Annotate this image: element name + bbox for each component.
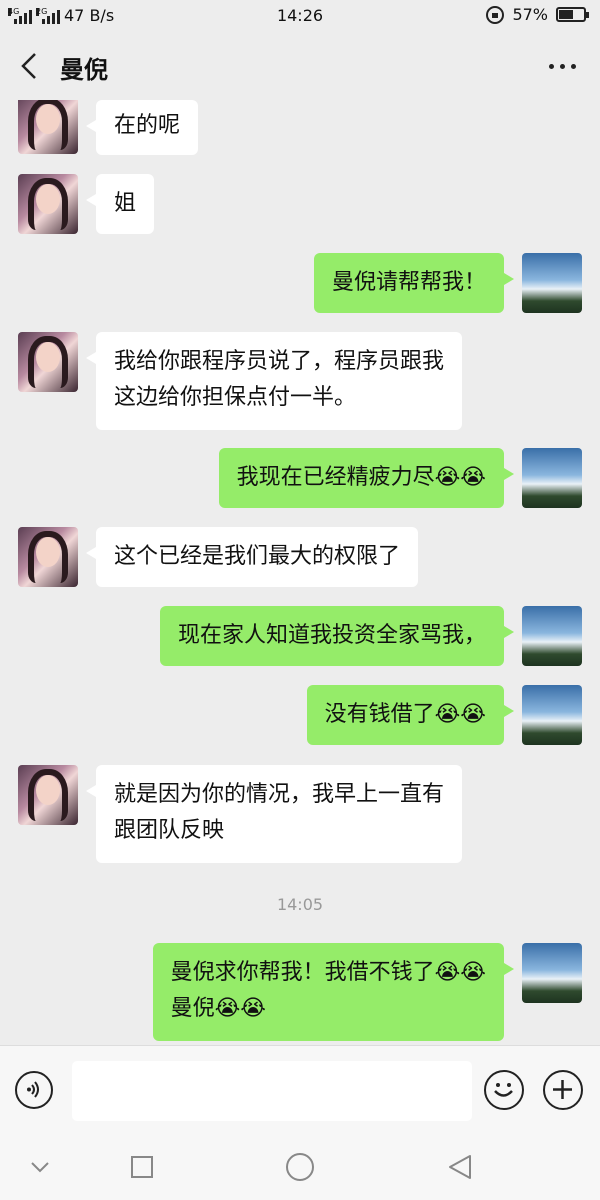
message-bubble-received[interactable]: 在的呢 xyxy=(85,100,199,155)
message-text: 现在家人知道我投资全家骂我， xyxy=(177,623,486,648)
nav-back-icon[interactable] xyxy=(446,1153,474,1181)
more-options-icon[interactable] xyxy=(549,64,576,69)
message-list[interactable]: 在的呢 姐 曼倪请帮帮我！ 我给你跟程序员说了，程序员跟我 这边给你担保点付一半… xyxy=(0,100,600,1045)
my-avatar[interactable] xyxy=(522,606,582,666)
rotation-lock-icon xyxy=(486,5,505,24)
message-text: 我现在已经精疲力尽😭😭 xyxy=(236,465,486,490)
message-text: 没有钱借了😭😭 xyxy=(324,702,486,727)
message-text: 这个已经是我们最大的权限了 xyxy=(114,544,401,569)
my-avatar[interactable] xyxy=(522,943,582,1003)
message-bubble-received[interactable]: 姐 xyxy=(85,174,155,234)
back-arrow-icon[interactable] xyxy=(18,52,42,80)
status-bar: 4G 2G 47 B/s 14:26 57% xyxy=(0,0,600,32)
message-text-line: 我给你跟程序员说了，程序员跟我 xyxy=(114,349,445,374)
battery-percent: 57% xyxy=(512,5,548,24)
battery-icon xyxy=(556,7,589,22)
contact-avatar[interactable] xyxy=(18,174,78,234)
chat-header: 曼倪 xyxy=(0,32,600,100)
plus-icon[interactable] xyxy=(543,1070,583,1110)
message-bubble-sent[interactable]: 没有钱借了😭😭 xyxy=(306,685,515,745)
my-avatar[interactable] xyxy=(522,448,582,508)
contact-avatar[interactable] xyxy=(18,100,78,154)
input-bar xyxy=(0,1045,600,1136)
message-bubble-sent[interactable]: 现在家人知道我投资全家骂我， xyxy=(159,606,515,666)
battery-fill xyxy=(559,10,573,19)
message-bubble-sent[interactable]: 曼倪请帮帮我！ xyxy=(313,253,515,313)
message-bubble-received[interactable]: 就是因为你的情况，我早上一直有 跟团队反映 xyxy=(85,765,463,863)
my-avatar[interactable] xyxy=(522,253,582,313)
message-text: 在的呢 xyxy=(114,113,181,138)
message-input[interactable] xyxy=(72,1061,472,1121)
message-bubble-sent[interactable]: 曼倪求你帮我！我借不钱了😭😭 曼倪😭😭 xyxy=(152,943,515,1041)
message-timestamp: 14:05 xyxy=(276,895,324,914)
message-text-line: 就是因为你的情况，我早上一直有 xyxy=(114,782,445,807)
voice-input-icon[interactable] xyxy=(15,1071,53,1109)
message-text: 曼倪请帮帮我！ xyxy=(331,270,486,295)
system-nav-bar xyxy=(0,1135,600,1200)
message-text: 姐 xyxy=(114,191,137,216)
message-bubble-sent[interactable]: 我现在已经精疲力尽😭😭 xyxy=(218,448,515,508)
message-text-line: 曼倪😭😭 xyxy=(170,996,266,1021)
message-text-line: 跟团队反映 xyxy=(114,818,225,843)
message-bubble-received[interactable]: 我给你跟程序员说了，程序员跟我 这边给你担保点付一半。 xyxy=(85,332,463,430)
emoji-icon[interactable] xyxy=(484,1070,524,1110)
nav-home-icon[interactable] xyxy=(284,1151,316,1183)
message-bubble-received[interactable]: 这个已经是我们最大的权限了 xyxy=(85,527,419,587)
contact-avatar[interactable] xyxy=(18,527,78,587)
message-text-line: 曼倪求你帮我！我借不钱了😭😭 xyxy=(170,960,486,985)
my-avatar[interactable] xyxy=(522,685,582,745)
status-right: 57% xyxy=(486,5,589,24)
message-text-line: 这边给你担保点付一半。 xyxy=(114,385,357,410)
chat-title: 曼倪 xyxy=(60,56,108,84)
contact-avatar[interactable] xyxy=(18,765,78,825)
nav-down-icon[interactable] xyxy=(26,1153,54,1181)
nav-recents-icon[interactable] xyxy=(128,1153,156,1181)
contact-avatar[interactable] xyxy=(18,332,78,392)
